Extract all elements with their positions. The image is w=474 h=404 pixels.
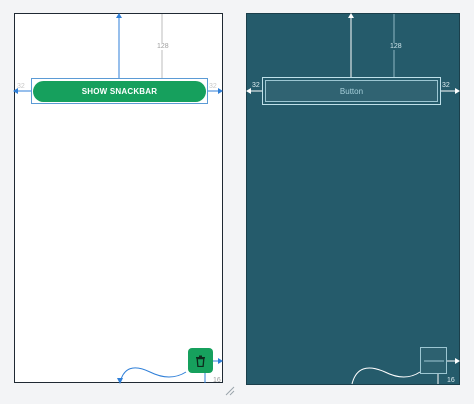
- bp-fab-right-arrow: [455, 358, 460, 364]
- bp-left-constraint-arrow: [246, 88, 251, 94]
- bp-button[interactable]: Button: [265, 80, 438, 102]
- blueprint-constraints: [246, 13, 460, 385]
- resize-grip-icon[interactable]: [225, 386, 235, 396]
- bp-fab-margin-label: 16: [447, 377, 455, 384]
- bp-left-margin-label: 32: [252, 82, 260, 89]
- bp-top-margin-label: 128: [389, 43, 403, 50]
- bp-fab-curve-constraint: [351, 367, 421, 385]
- bp-fab[interactable]: [420, 347, 447, 374]
- bp-right-constraint-arrow: [455, 88, 460, 94]
- bp-right-margin-label: 32: [442, 82, 450, 89]
- bp-top-constraint-arrow: [348, 13, 354, 18]
